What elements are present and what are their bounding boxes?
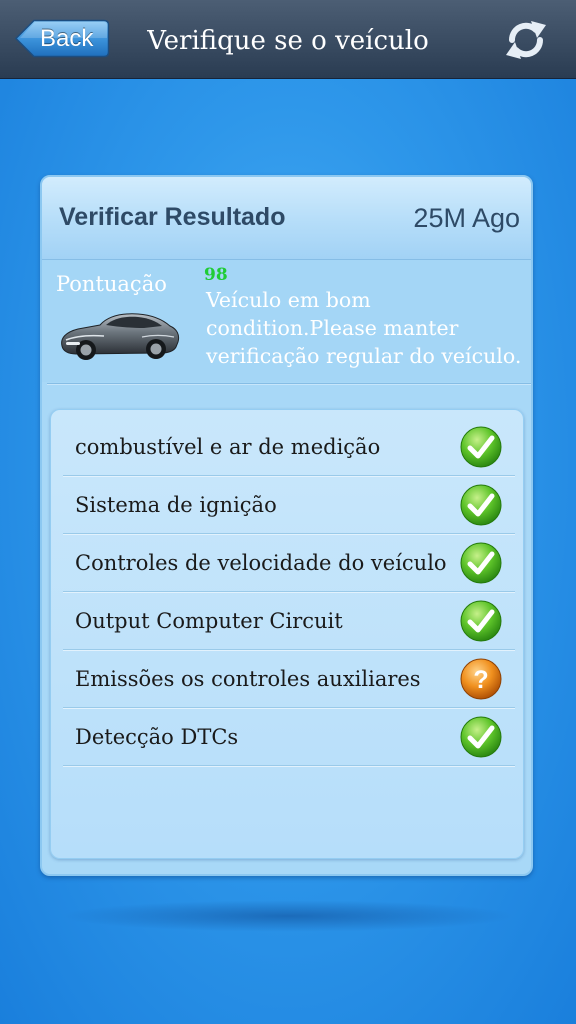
divider — [47, 383, 531, 384]
list-item[interactable]: combustível e ar de medição — [63, 418, 515, 476]
question-icon: ? — [460, 658, 502, 700]
svg-text:?: ? — [473, 666, 488, 694]
car-image — [61, 313, 180, 360]
navigation-bar: Back Verifique se o veículo — [0, 0, 576, 79]
list-item[interactable]: Output Computer Circuit — [63, 592, 515, 650]
list-item[interactable]: Emissões os controles auxiliares ? — [63, 650, 515, 708]
result-header: Verificar Resultado 25M Ago — [42, 177, 531, 260]
back-button[interactable]: Back — [14, 19, 110, 58]
list-item[interactable]: Sistema de ignição — [63, 476, 515, 534]
check-icon — [460, 426, 502, 468]
check-icon — [460, 484, 502, 526]
score-label: Pontuação — [56, 272, 167, 296]
check-item-label: Controles de velocidade do veículo — [75, 551, 447, 575]
page-title: Verifique se o veículo — [147, 26, 429, 56]
score-value: 98 — [204, 265, 228, 285]
score-section: Pontuação 98 Veículo em bom condition.Pl… — [42, 260, 531, 382]
list-item[interactable]: Detecção DTCs — [63, 708, 515, 766]
check-icon — [460, 542, 502, 584]
refresh-icon — [506, 21, 546, 59]
check-item-label: Output Computer Circuit — [75, 609, 343, 633]
back-button-label: Back — [40, 25, 94, 52]
result-title: Verificar Resultado — [59, 203, 286, 231]
score-message: Veículo em bom condition.Please manter v… — [206, 288, 522, 368]
check-icon — [460, 600, 502, 642]
check-item-label: Detecção DTCs — [75, 725, 239, 749]
refresh-button[interactable] — [500, 14, 552, 66]
result-panel: Verificar Resultado 25M Ago Pontuação 98… — [40, 175, 533, 876]
check-list: combustível e ar de medição Sistema de i… — [50, 409, 524, 859]
panel-shadow — [60, 900, 516, 932]
check-icon — [460, 716, 502, 758]
check-item-label: Emissões os controles auxiliares — [75, 667, 421, 691]
check-item-label: Sistema de ignição — [75, 493, 277, 517]
list-item[interactable]: Controles de velocidade do veículo — [63, 534, 515, 592]
result-time: 25M Ago — [413, 203, 520, 233]
check-item-label: combustível e ar de medição — [75, 435, 381, 459]
